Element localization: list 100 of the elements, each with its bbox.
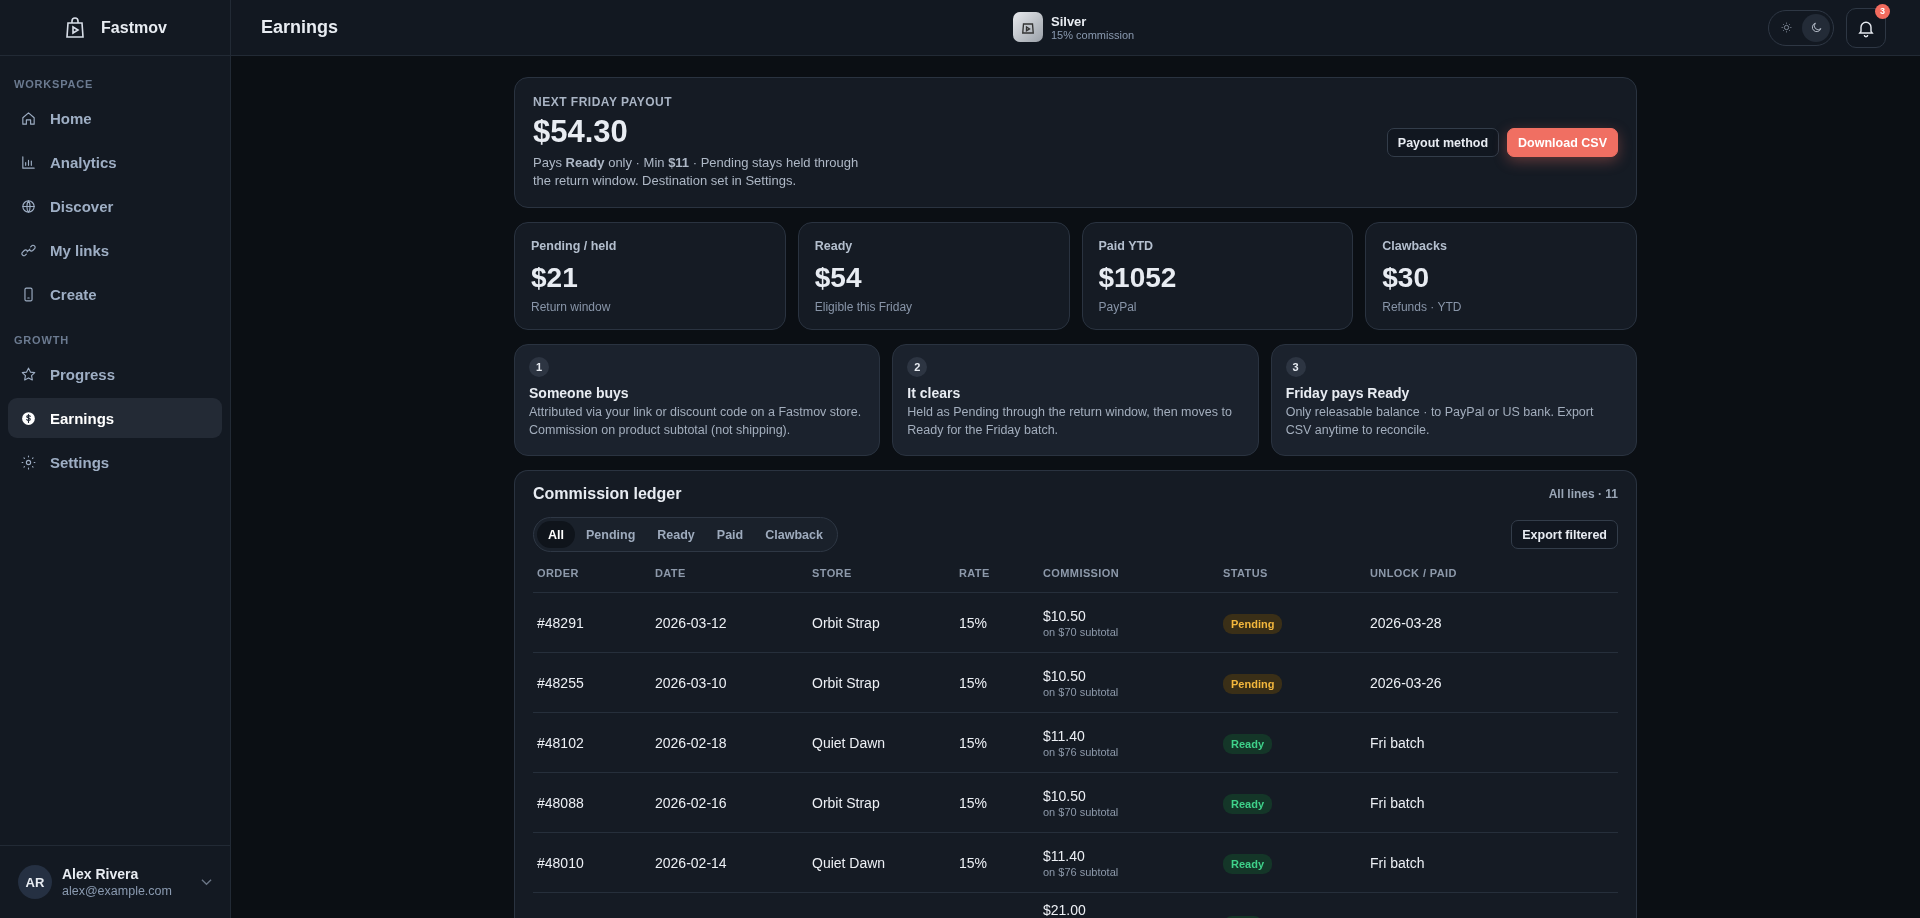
filter-tab[interactable]: Ready <box>646 521 706 548</box>
stat-note: Eligible this Friday <box>814 300 914 314</box>
commission-subtotal: on $76 subtotal <box>1043 865 1119 878</box>
rate-cell: 15% <box>959 734 988 751</box>
sidebar-item[interactable]: My links <box>8 230 222 270</box>
payout-label: NEXT FRIDAY PAYOUT <box>533 94 674 109</box>
stat-label: Ready <box>814 239 854 253</box>
stat-label: Pending / held <box>531 239 618 253</box>
gear-icon <box>20 453 37 471</box>
stat-value: $54 <box>814 262 863 294</box>
commission-amount: $11.40 <box>1043 847 1085 864</box>
stat-value: $1052 <box>1098 262 1178 294</box>
dollar-coin-icon <box>20 409 37 427</box>
commission-subtotal: on $70 subtotal <box>1043 685 1119 698</box>
bar-chart-icon <box>20 153 37 171</box>
sidebar-item[interactable]: Create <box>8 274 222 314</box>
date-cell: 2026-03-12 <box>655 614 727 631</box>
date-cell: 2026-02-16 <box>655 794 727 811</box>
filter-tab[interactable]: All <box>537 521 575 548</box>
step-title: Friday pays Ready <box>1285 385 1411 401</box>
step-number: 3 <box>1285 357 1306 377</box>
column-header: RATE <box>959 567 991 579</box>
rate-cell: 15% <box>959 614 988 631</box>
column-header: DATE <box>655 567 687 579</box>
rate-cell: 15% <box>959 674 988 691</box>
status-badge: Ready <box>1223 793 1273 814</box>
filter-tab[interactable]: Clawback <box>754 521 834 548</box>
stat-label: Paid YTD <box>1098 239 1155 253</box>
step-text: Only releasable balance · to PayPal or US bank. Export CSV anytime to reconcile. <box>1285 404 1595 439</box>
sidebar-item[interactable]: Progress <box>8 354 222 394</box>
store-cell: Orbit Strap <box>812 614 880 631</box>
notification-count: 3 <box>1875 3 1890 19</box>
export-filtered-button[interactable]: Export filtered <box>1511 520 1618 549</box>
globe-icon <box>20 197 37 215</box>
sidebar-item[interactable]: Earnings <box>8 398 222 438</box>
rate-cell: 15% <box>959 794 988 811</box>
unlock-cell: Fri batch <box>1370 734 1425 751</box>
avatar: AR <box>18 865 52 899</box>
store-cell: Orbit Strap <box>812 794 880 811</box>
filter-tab[interactable]: Paid <box>705 521 755 548</box>
order-cell: #48291 <box>537 614 584 631</box>
stat-note: PayPal <box>1098 300 1138 314</box>
stat-value: $30 <box>1382 262 1430 294</box>
unlock-cell: 2026-03-28 <box>1370 614 1442 631</box>
commission-subtotal: on $70 subtotal <box>1043 805 1119 818</box>
step-text: Held as Pending through the return window, then moves to Ready for the Friday batch. <box>907 404 1233 439</box>
unlock-cell: Fri batch <box>1370 854 1425 871</box>
step-title: It clears <box>907 385 962 401</box>
commission-amount: $21.00 <box>1043 902 1086 918</box>
store-cell: Quiet Dawn <box>812 854 886 871</box>
tier-commission: 15% commission <box>1051 28 1135 41</box>
filter-tab[interactable]: Pending <box>575 521 647 548</box>
stat-label: Clawbacks <box>1382 239 1448 253</box>
column-header: UNLOCK / PAID <box>1370 567 1458 579</box>
sun-icon <box>1779 21 1793 34</box>
order-cell: #48102 <box>537 734 584 751</box>
sidebar-item[interactable]: Home <box>8 98 222 138</box>
commission-amount: $11.40 <box>1043 727 1085 744</box>
date-cell: 2026-02-14 <box>655 854 727 871</box>
page-title: Earnings <box>261 17 339 38</box>
status-badge: Pending <box>1223 673 1283 694</box>
column-header: STATUS <box>1223 567 1269 579</box>
tier-name: Silver <box>1051 13 1088 29</box>
stat-note: Return window <box>531 300 612 314</box>
payout-method-button[interactable]: Payout method <box>1386 128 1500 157</box>
order-cell: #48010 <box>537 854 584 871</box>
store-cell: Orbit Strap <box>812 674 880 691</box>
status-badge: Ready <box>1223 853 1273 874</box>
commission-amount: $10.50 <box>1043 607 1086 624</box>
sidebar-item[interactable]: Discover <box>8 186 222 226</box>
status-badge: Pending <box>1223 613 1283 634</box>
stat-value: $21 <box>531 262 579 294</box>
chevron-down-icon[interactable] <box>201 878 212 886</box>
commission-amount: $10.50 <box>1043 667 1086 684</box>
payout-amount: $54.30 <box>533 113 629 150</box>
commission-amount: $10.50 <box>1043 787 1086 804</box>
order-cell: #48088 <box>537 794 584 811</box>
section-title: WORKSPACE <box>13 77 95 92</box>
step-number: 1 <box>529 357 549 377</box>
column-header: COMMISSION <box>1043 567 1121 579</box>
order-cell: #48255 <box>537 674 584 691</box>
sidebar-item[interactable]: Settings <box>8 442 222 482</box>
column-header: ORDER <box>537 567 580 579</box>
stat-note: Refunds · YTD <box>1382 300 1463 314</box>
payout-note: Pays Ready only · Min $11 · Pending stays held through the return window. Destination set in Settings. <box>533 153 860 190</box>
sidebar-item[interactable]: Analytics <box>8 142 222 182</box>
section-title: GROWTH <box>13 333 70 348</box>
date-cell: 2026-03-10 <box>655 674 727 691</box>
star-icon <box>20 365 37 383</box>
tier-badge-icon <box>1013 12 1043 42</box>
user-email: alex@example.com <box>62 884 173 898</box>
store-cell: Quiet Dawn <box>812 734 886 751</box>
step-text: Attributed via your link or discount code on a Fastmov store. Commission on product subtotal (not shipping). <box>529 404 863 439</box>
home-icon <box>20 109 37 127</box>
ledger-title: Commission ledger <box>533 485 682 503</box>
date-cell: 2026-02-18 <box>655 734 727 751</box>
step-number: 2 <box>907 357 928 377</box>
unlock-cell: Fri batch <box>1370 794 1425 811</box>
status-badge: Ready <box>1223 733 1273 754</box>
commission-subtotal: on $70 subtotal <box>1043 625 1119 638</box>
